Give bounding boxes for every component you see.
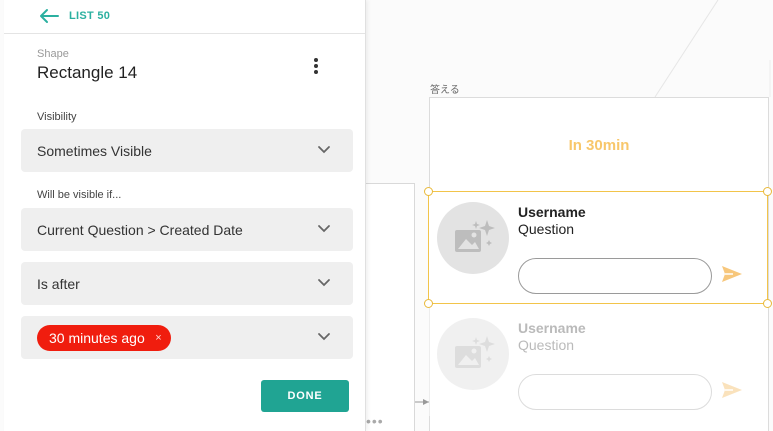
condition-field-value: Current Question > Created Date — [37, 222, 243, 238]
back-navigation[interactable]: LIST 50 — [4, 0, 365, 34]
connector-dots: ••• — [366, 413, 384, 429]
visibility-value: Sometimes Visible — [37, 143, 152, 159]
value-tag-label: 30 minutes ago — [49, 330, 145, 346]
background-screen-frame[interactable] — [360, 183, 415, 431]
list-item[interactable]: Username Question — [429, 306, 767, 416]
message-input[interactable] — [518, 374, 712, 410]
operator-value: Is after — [37, 276, 80, 292]
message-input[interactable] — [518, 258, 712, 294]
avatar — [437, 318, 509, 390]
image-placeholder-icon — [455, 220, 495, 252]
screen-header: In 30min — [430, 98, 768, 193]
question-text: Question — [518, 221, 575, 237]
properties-panel: LIST 50 Shape Rectangle 14 Visibility So… — [4, 0, 366, 431]
more-vertical-icon[interactable] — [310, 56, 322, 76]
shape-title: Rectangle 14 — [37, 63, 138, 82]
avatar — [437, 202, 509, 274]
send-icon[interactable] — [721, 380, 743, 400]
done-button[interactable]: DONE — [261, 380, 349, 412]
tag-remove-icon[interactable]: × — [155, 325, 161, 351]
visibility-select[interactable]: Sometimes Visible — [21, 129, 353, 172]
chevron-down-icon — [318, 146, 330, 154]
chevron-down-icon — [318, 225, 330, 233]
chevron-down-icon — [318, 333, 330, 341]
list-item[interactable]: Username Question — [429, 190, 767, 300]
operator-select[interactable]: Is after — [21, 262, 353, 305]
condition-label: Will be visible if... — [37, 189, 122, 201]
image-placeholder-icon — [455, 336, 495, 368]
username-text: Username — [518, 320, 586, 336]
chevron-down-icon — [318, 279, 330, 287]
back-link[interactable]: LIST 50 — [69, 10, 110, 22]
arrow-left-icon[interactable] — [38, 8, 60, 24]
question-text: Question — [518, 337, 575, 353]
send-icon[interactable] — [721, 264, 743, 284]
value-tag[interactable]: 30 minutes ago × — [37, 325, 171, 351]
username-text: Username — [518, 204, 586, 220]
screen-label: 答える — [430, 85, 460, 96]
shape-caption: Shape — [37, 48, 69, 60]
header-text: In 30min — [568, 137, 630, 154]
condition-field-select[interactable]: Current Question > Created Date — [21, 208, 353, 251]
value-select[interactable]: 30 minutes ago × — [21, 316, 353, 359]
visibility-label: Visibility — [37, 111, 77, 123]
